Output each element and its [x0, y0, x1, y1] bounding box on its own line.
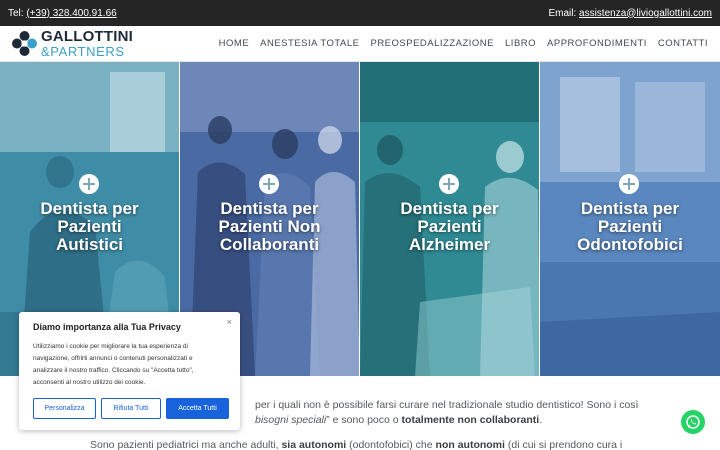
accept-all-button[interactable]: Accetta Tutti: [166, 398, 229, 419]
panel-label: Dentista per Pazienti Alzheimer: [400, 199, 499, 254]
plus-circle-icon: [439, 174, 459, 194]
whatsapp-icon: [686, 415, 700, 429]
email-prefix: Email:: [548, 7, 580, 19]
main-nav: HOME ANESTESIA TOTALE PREOSPEDALIZZAZION…: [219, 38, 708, 49]
top-bar: Tel: (+39) 328.400.91.66 Email: assisten…: [0, 0, 720, 26]
cookie-buttons: Personalizza Rifiuta Tutti Accetta Tutti: [33, 398, 229, 419]
nav-anestesia-totale[interactable]: ANESTESIA TOTALE: [260, 38, 359, 49]
plus-circle-icon: [79, 174, 99, 194]
intro-line-3: Sono pazienti pediatrici ma anche adulti…: [90, 439, 623, 450]
phone-prefix: Tel:: [8, 7, 27, 19]
plus-circle-icon: [259, 174, 279, 194]
email-link[interactable]: assistenza@liviogallottini.com: [579, 8, 712, 19]
phone-link[interactable]: (+39) 328.400.91.66: [26, 8, 116, 19]
phone-info: Tel: (+39) 328.400.91.66: [8, 8, 117, 19]
plus-circle-icon: [619, 174, 639, 194]
close-icon[interactable]: ×: [227, 317, 232, 327]
panel-label: Dentista per Pazienti Non Collaboranti: [218, 199, 321, 254]
logo[interactable]: GALLOTTINI &PARTNERS: [11, 29, 133, 58]
logo-name: GALLOTTINI: [41, 28, 133, 45]
cookie-title: Diamo importanza alla Tua Privacy: [33, 322, 181, 332]
email-info: Email: assistenza@liviogallottini.com: [548, 8, 712, 19]
nav-home[interactable]: HOME: [219, 38, 250, 49]
nav-approfondimenti[interactable]: APPROFONDIMENTI: [547, 38, 647, 49]
panel-label: Dentista per Pazienti Odontofobici: [577, 199, 683, 254]
panel-alzheimer[interactable]: Dentista per Pazienti Alzheimer: [360, 62, 540, 376]
panel-label: Dentista per Pazienti Autistici: [40, 199, 139, 254]
reject-all-button[interactable]: Rifiuta Tutti: [101, 398, 161, 419]
panel-odontofobici[interactable]: Dentista per Pazienti Odontofobici: [540, 62, 720, 376]
site-header: GALLOTTINI &PARTNERS HOME ANESTESIA TOTA…: [0, 26, 720, 62]
whatsapp-button[interactable]: [681, 410, 705, 434]
cookie-banner: × Diamo importanza alla Tua Privacy Util…: [19, 312, 240, 430]
cookie-text: Utilizziamo i cookie per migliorare la t…: [33, 343, 194, 386]
nav-preospedalizzazione[interactable]: PREOSPEDALIZZAZIONE: [370, 38, 494, 49]
intro-line-2: bisogni speciali” e sono poco o totalmen…: [255, 414, 543, 426]
customize-button[interactable]: Personalizza: [33, 398, 96, 419]
logo-subtitle: &PARTNERS: [41, 44, 125, 59]
nav-contatti[interactable]: CONTATTI: [658, 38, 708, 49]
nav-libro[interactable]: LIBRO: [505, 38, 536, 49]
logo-cross-icon: [12, 31, 37, 56]
